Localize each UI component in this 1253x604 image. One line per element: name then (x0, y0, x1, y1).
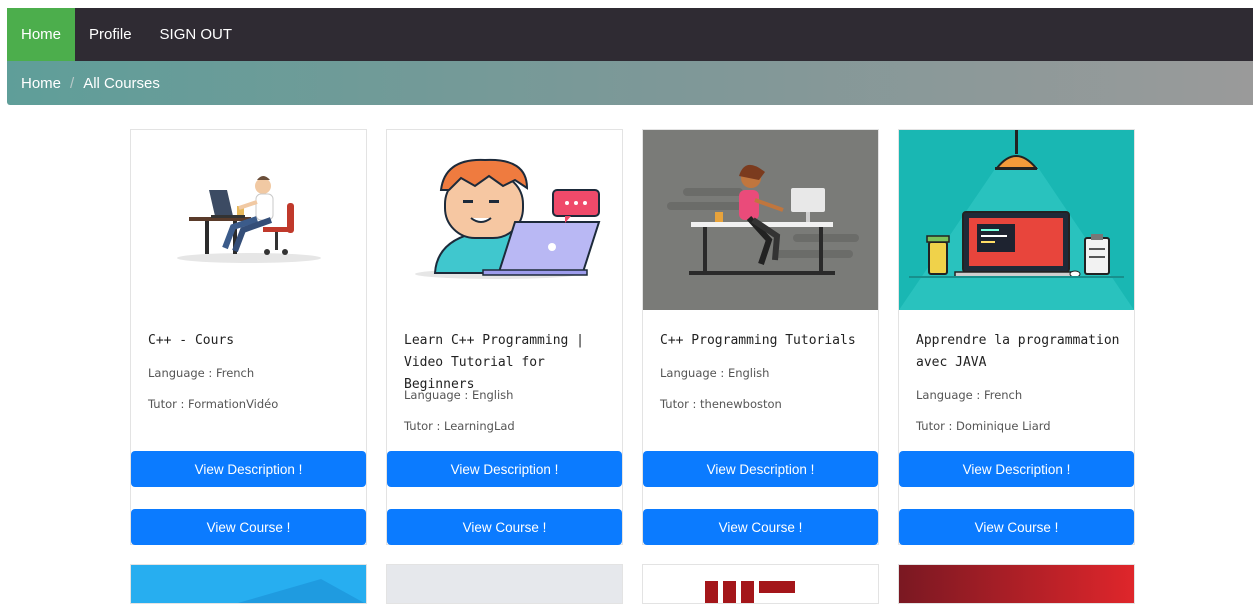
nav-profile[interactable]: Profile (75, 8, 146, 61)
nav-home[interactable]: Home (7, 8, 76, 61)
course-language: Language : English (404, 388, 514, 402)
course-card-partial (898, 564, 1135, 604)
course-tutor: Tutor : Dominique Liard (916, 419, 1051, 433)
view-course-button[interactable]: View Course ! (643, 509, 878, 545)
course-language: Language : French (916, 388, 1023, 402)
course-language: Language : English (660, 366, 770, 380)
breadcrumb-current: All Courses (83, 74, 160, 92)
breadcrumb: Home / All Courses (7, 61, 1253, 105)
course-card-partial (386, 564, 623, 604)
nav-signout[interactable]: SIGN OUT (146, 8, 247, 61)
course-card-partial (130, 564, 367, 604)
view-course-button[interactable]: View Course ! (387, 509, 622, 545)
view-description-button[interactable]: View Description ! (387, 451, 622, 487)
course-tutor: Tutor : FormationVidéo (148, 397, 279, 411)
breadcrumb-home[interactable]: Home (21, 75, 61, 92)
view-description-button[interactable]: View Description ! (899, 451, 1134, 487)
course-card: Apprendre la programmation avec JAVA Lan… (898, 129, 1135, 545)
course-tutor: Tutor : LearningLad (404, 419, 515, 433)
course-card: C++ - Cours Language : French Tutor : Fo… (130, 129, 367, 545)
view-course-button[interactable]: View Course ! (131, 509, 366, 545)
course-thumbnail-man-laptop (131, 130, 366, 310)
course-card: C++ Programming Tutorials Language : Eng… (642, 129, 879, 545)
course-title: C++ Programming Tutorials (660, 333, 856, 348)
course-title: Learn C++ Programming | Video Tutorial f… (404, 333, 585, 392)
course-thumbnail-partial-red (899, 565, 1134, 603)
course-card-partial (642, 564, 879, 604)
breadcrumb-separator: / (70, 74, 75, 92)
course-language: Language : French (148, 366, 255, 380)
view-course-button[interactable]: View Course ! (899, 509, 1134, 545)
course-title: C++ - Cours (148, 333, 235, 348)
view-description-button[interactable]: View Description ! (643, 451, 878, 487)
course-thumbnail-lamp-desk (899, 130, 1134, 310)
course-thumbnail-woman-desk (643, 130, 878, 310)
course-thumbnail-partial-gray (387, 565, 622, 603)
view-description-button[interactable]: View Description ! (131, 451, 366, 487)
course-thumbnail-partial-blue (131, 565, 366, 603)
course-thumbnail-boy-laptop (387, 130, 622, 310)
course-thumbnail-partial-logo (643, 565, 878, 603)
course-tutor: Tutor : thenewboston (660, 397, 782, 411)
top-navbar: Home Profile SIGN OUT (7, 8, 1253, 61)
course-title: Apprendre la programmation avec JAVA (916, 333, 1120, 370)
course-card: Learn C++ Programming | Video Tutorial f… (386, 129, 623, 545)
